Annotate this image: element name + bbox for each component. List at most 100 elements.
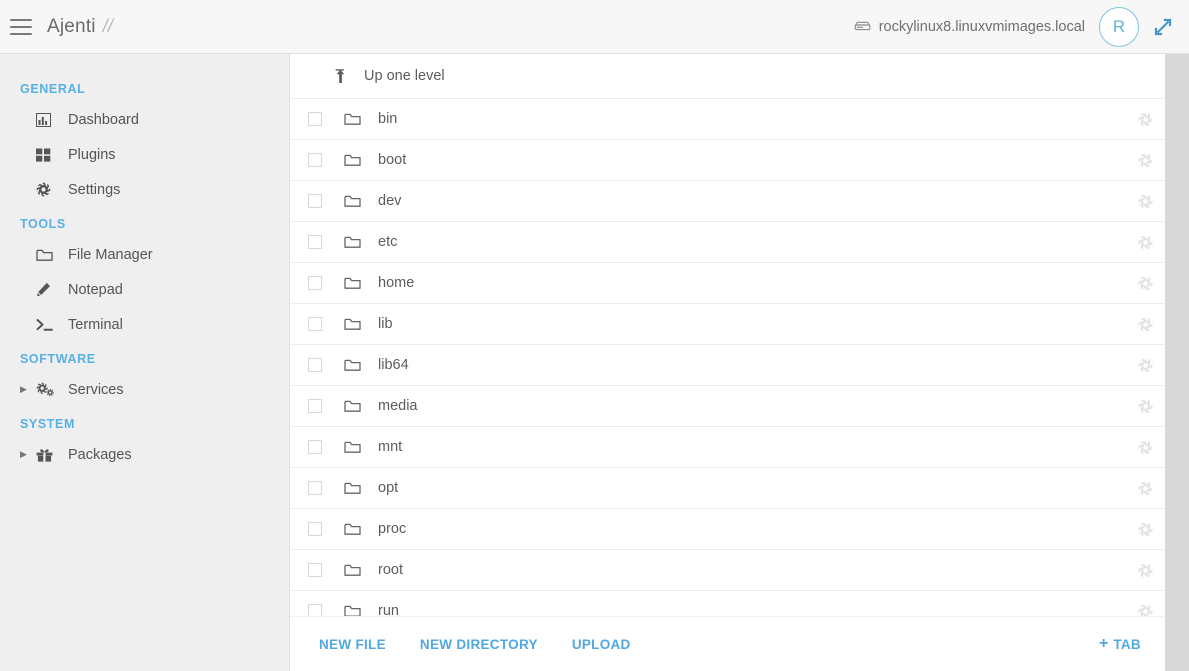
file-name: root — [378, 562, 403, 578]
add-tab-button[interactable]: + TAB — [1099, 635, 1141, 653]
row-gear-icon[interactable] — [1137, 234, 1153, 250]
pencil-icon — [36, 282, 58, 297]
sidebar-item-label: Services — [68, 382, 124, 398]
row-gear-icon[interactable] — [1137, 521, 1153, 537]
gift-icon — [36, 448, 58, 462]
chevron-right-icon[interactable]: ▶ — [20, 450, 32, 459]
file-name: home — [378, 275, 414, 291]
sidebar-item-services[interactable]: ▶ Services — [0, 372, 289, 407]
sidebar-section-system: SYSTEM — [0, 407, 289, 437]
row-checkbox[interactable] — [308, 522, 322, 536]
gear-icon — [36, 182, 58, 197]
file-row[interactable]: root — [290, 550, 1165, 591]
expand-arrows-icon[interactable] — [1153, 17, 1173, 37]
file-row[interactable]: etc — [290, 222, 1165, 263]
row-checkbox[interactable] — [308, 317, 322, 331]
row-checkbox[interactable] — [308, 440, 322, 454]
top-bar-right: rockylinux8.linuxvmimages.local R — [854, 7, 1189, 47]
row-checkbox[interactable] — [308, 112, 322, 126]
row-gear-icon[interactable] — [1137, 480, 1153, 496]
row-checkbox[interactable] — [308, 153, 322, 167]
sidebar-item-terminal[interactable]: Terminal — [0, 307, 289, 342]
chevron-right-icon[interactable]: ▶ — [20, 385, 32, 394]
file-toolbar: NEW FILE NEW DIRECTORY UPLOAD + TAB — [290, 616, 1165, 671]
row-gear-icon[interactable] — [1137, 152, 1153, 168]
row-checkbox[interactable] — [308, 563, 322, 577]
row-gear-icon[interactable] — [1137, 316, 1153, 332]
sidebar-item-label: Notepad — [68, 282, 123, 298]
file-row[interactable]: lib — [290, 304, 1165, 345]
file-row[interactable]: media — [290, 386, 1165, 427]
up-one-level-label: Up one level — [364, 68, 445, 84]
folder-icon — [344, 522, 362, 536]
sidebar-item-label: File Manager — [68, 247, 153, 263]
avatar-initial: R — [1113, 17, 1125, 37]
row-checkbox[interactable] — [308, 399, 322, 413]
new-file-button[interactable]: NEW FILE — [319, 637, 386, 652]
file-row[interactable]: mnt — [290, 427, 1165, 468]
row-gear-icon[interactable] — [1137, 275, 1153, 291]
file-name: lib — [378, 316, 393, 332]
sidebar-item-packages[interactable]: ▶ Packages — [0, 437, 289, 472]
avatar[interactable]: R — [1099, 7, 1139, 47]
up-one-level-row[interactable]: Up one level — [290, 54, 1165, 99]
file-row[interactable]: home — [290, 263, 1165, 304]
sidebar-section-general: GENERAL — [0, 72, 289, 102]
file-row[interactable]: proc — [290, 509, 1165, 550]
sidebar-section-software: SOFTWARE — [0, 342, 289, 372]
folder-icon — [344, 563, 362, 577]
hamburger-icon[interactable] — [10, 19, 32, 35]
content-panel: Up one level binboot dev etc home lib lib64 med… — [290, 54, 1165, 671]
sidebar-item-dashboard[interactable]: Dashboard — [0, 102, 289, 137]
folder-icon — [344, 194, 362, 208]
row-gear-icon[interactable] — [1137, 603, 1153, 616]
row-checkbox[interactable] — [308, 235, 322, 249]
folder-icon — [344, 481, 362, 495]
file-name: etc — [378, 234, 397, 250]
sidebar-item-label: Settings — [68, 182, 120, 198]
sidebar-item-notepad[interactable]: Notepad — [0, 272, 289, 307]
file-name: dev — [378, 193, 401, 209]
sidebar-item-plugins[interactable]: Plugins — [0, 137, 289, 172]
row-gear-icon[interactable] — [1137, 562, 1153, 578]
sidebar-item-settings[interactable]: Settings — [0, 172, 289, 207]
row-gear-icon[interactable] — [1137, 357, 1153, 373]
file-row[interactable]: boot — [290, 140, 1165, 181]
row-checkbox[interactable] — [308, 194, 322, 208]
row-checkbox[interactable] — [308, 604, 322, 616]
terminal-prompt-icon — [36, 318, 58, 332]
folder-icon — [344, 358, 362, 372]
sidebar-section-tools: TOOLS — [0, 207, 289, 237]
row-gear-icon[interactable] — [1137, 439, 1153, 455]
brand-slashes: // — [103, 16, 113, 37]
file-row[interactable]: lib64 — [290, 345, 1165, 386]
row-checkbox[interactable] — [308, 358, 322, 372]
row-checkbox[interactable] — [308, 481, 322, 495]
folder-icon — [344, 235, 362, 249]
file-name: mnt — [378, 439, 402, 455]
row-checkbox[interactable] — [308, 276, 322, 290]
file-row[interactable]: dev — [290, 181, 1165, 222]
file-row[interactable]: opt — [290, 468, 1165, 509]
new-directory-button[interactable]: NEW DIRECTORY — [420, 637, 538, 652]
cogs-icon — [36, 382, 58, 397]
row-gear-icon[interactable] — [1137, 111, 1153, 127]
row-gear-icon[interactable] — [1137, 193, 1153, 209]
folder-icon — [344, 604, 362, 616]
file-name: media — [378, 398, 418, 414]
sidebar-item-file-manager[interactable]: File Manager — [0, 237, 289, 272]
app-root: Ajenti // rockylinux8.linuxvmimages.loca… — [0, 0, 1189, 671]
sidebar-item-label: Packages — [68, 447, 132, 463]
hostname-display[interactable]: rockylinux8.linuxvmimages.local — [854, 19, 1085, 35]
upload-button[interactable]: UPLOAD — [572, 637, 631, 652]
plus-icon: + — [1099, 635, 1108, 653]
grid-squares-icon — [36, 148, 58, 162]
file-name: opt — [378, 480, 398, 496]
file-row[interactable]: bin — [290, 99, 1165, 140]
row-gear-icon[interactable] — [1137, 398, 1153, 414]
sidebar: GENERALDashboard Plugins Settings TOOLS File… — [0, 54, 290, 671]
folder-icon — [344, 440, 362, 454]
sidebar-item-label: Plugins — [68, 147, 116, 163]
app-brand[interactable]: Ajenti // — [47, 16, 113, 38]
file-row[interactable]: run — [290, 591, 1165, 616]
